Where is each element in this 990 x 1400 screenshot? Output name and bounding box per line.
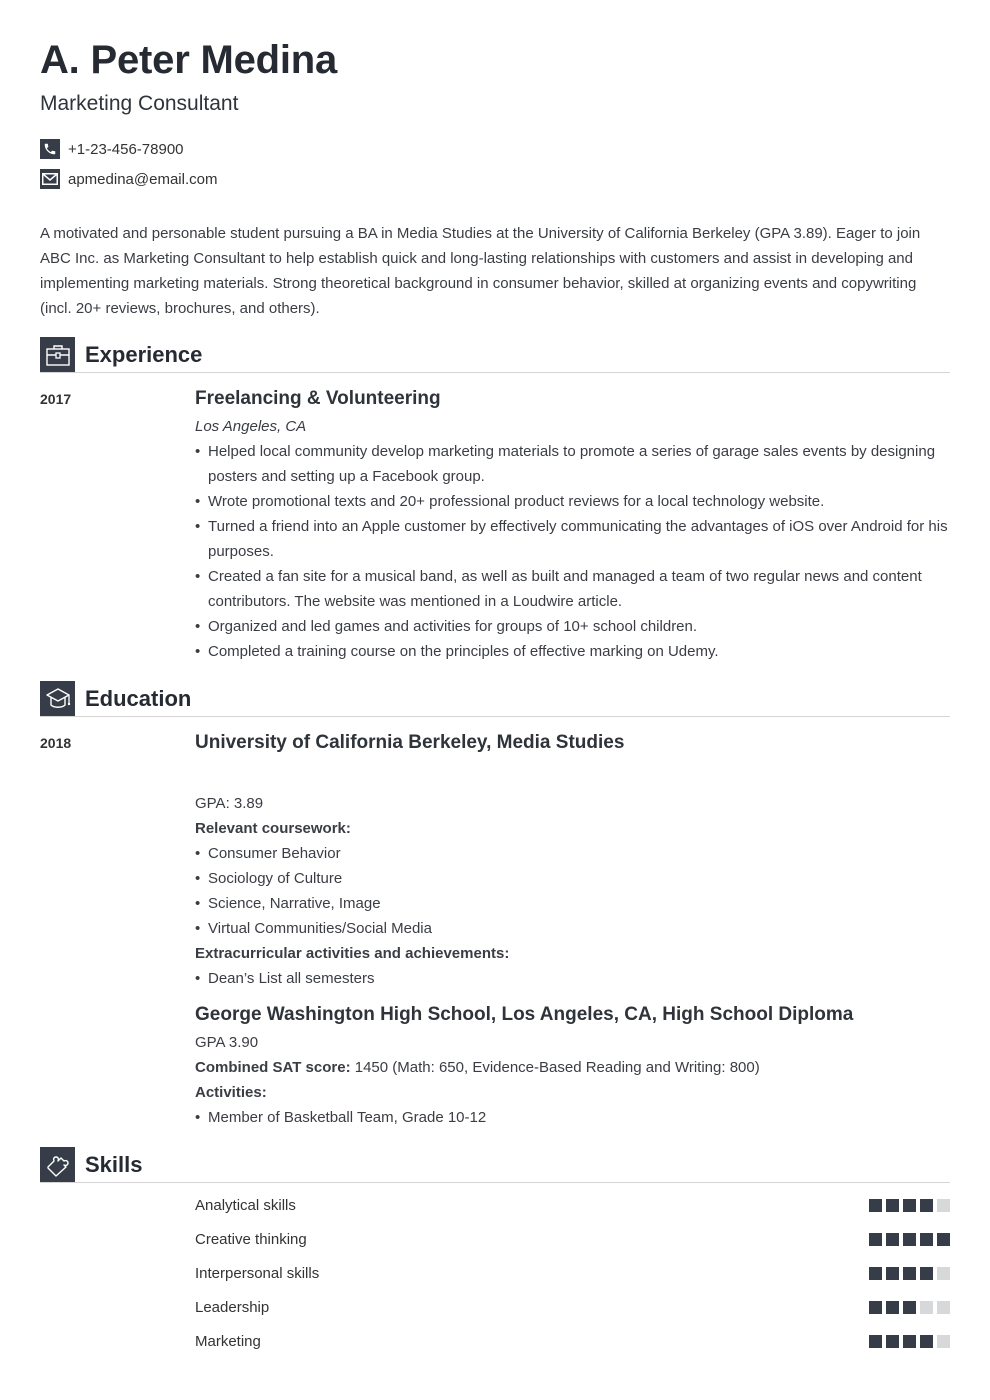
skill-rating (869, 1335, 950, 1348)
rating-square-filled (903, 1233, 916, 1246)
list-item: Sociology of Culture (195, 866, 950, 891)
skills-section-header: Skills (40, 1147, 950, 1183)
rating-square-filled (920, 1199, 933, 1212)
rating-square-filled (886, 1301, 899, 1314)
phone-icon (40, 139, 60, 159)
skill-row: Creative thinking (195, 1230, 950, 1250)
education-section-header: Education (40, 681, 950, 717)
coursework-list: Consumer Behavior Sociology of Culture S… (195, 841, 950, 941)
education-gpa: GPA: 3.89 (195, 795, 264, 812)
rating-square-filled (869, 1301, 882, 1314)
list-item: Science, Narrative, Image (195, 891, 950, 916)
skills-heading: Skills (85, 1152, 143, 1177)
list-item: Turned a friend into an Apple customer b… (195, 514, 950, 564)
graduation-cap-icon (40, 681, 75, 716)
skill-row: Analytical skills (195, 1196, 950, 1216)
skill-name: Creative thinking (195, 1231, 307, 1248)
skill-rating (869, 1199, 950, 1212)
rating-square-filled (869, 1335, 882, 1348)
education-entry-university: University of California Berkeley, Media… (195, 731, 950, 991)
experience-section-header: Experience (40, 337, 950, 373)
rating-square-empty (937, 1267, 950, 1280)
sat-value: 1450 (Math: 650, Evidence-Based Reading … (350, 1059, 760, 1076)
education-entry-high-school: George Washington High School, Los Angel… (195, 1003, 950, 1130)
list-item: Wrote promotional texts and 20+ professi… (195, 489, 950, 514)
contact-phone: +1-23-456-78900 (40, 139, 184, 159)
rating-square-filled (903, 1301, 916, 1314)
education-year: 2018 (40, 735, 72, 751)
skill-name: Analytical skills (195, 1197, 296, 1214)
rating-square-filled (903, 1199, 916, 1212)
puzzle-piece-icon (40, 1147, 75, 1182)
rating-square-empty (937, 1335, 950, 1348)
skill-rating (869, 1233, 950, 1246)
activities-list: Member of Basketball Team, Grade 10-12 (195, 1105, 950, 1130)
extracurricular-list: Dean’s List all semesters (195, 966, 950, 991)
rating-square-filled (886, 1199, 899, 1212)
email-address: apmedina@email.com (68, 170, 218, 188)
rating-square-filled (869, 1199, 882, 1212)
rating-square-filled (886, 1267, 899, 1280)
coursework-label: Relevant coursework: (195, 820, 351, 837)
profile-summary: A motivated and personable student pursu… (40, 225, 921, 317)
rating-square-filled (937, 1233, 950, 1246)
education-title: George Washington High School, Los Angel… (195, 1004, 854, 1025)
briefcase-icon (40, 337, 75, 372)
education-gpa: GPA 3.90 (195, 1034, 259, 1051)
list-item: Dean’s List all semesters (195, 966, 950, 991)
activities-label: Activities: (195, 1084, 267, 1101)
rating-square-filled (886, 1335, 899, 1348)
rating-square-empty (937, 1199, 950, 1212)
experience-location: Los Angeles, CA (195, 418, 307, 435)
candidate-name: A. Peter Medina (40, 38, 338, 82)
phone-number: +1-23-456-78900 (68, 140, 184, 158)
education-heading: Education (85, 686, 192, 711)
rating-square-filled (903, 1267, 916, 1280)
skill-rating (869, 1301, 950, 1314)
experience-bullets: Helped local community develop marketing… (195, 439, 950, 664)
sat-label: Combined SAT score: (195, 1059, 351, 1076)
rating-square-filled (869, 1267, 882, 1280)
experience-year: 2017 (40, 391, 72, 407)
list-item: Helped local community develop marketing… (195, 439, 950, 489)
skill-name: Marketing (195, 1333, 261, 1350)
job-title: Marketing Consultant (40, 92, 239, 115)
skill-row: Leadership (195, 1298, 950, 1318)
skill-rating (869, 1267, 950, 1280)
skill-row: Marketing (195, 1332, 950, 1352)
rating-square-empty (920, 1301, 933, 1314)
list-item: Member of Basketball Team, Grade 10-12 (195, 1105, 950, 1130)
education-title: University of California Berkeley, Media… (195, 732, 625, 753)
list-item: Organized and led games and activities f… (195, 614, 950, 639)
experience-entry: Freelancing & Volunteering Los Angeles, … (195, 387, 950, 664)
rating-square-empty (937, 1301, 950, 1314)
contact-email: apmedina@email.com (40, 169, 217, 189)
rating-square-filled (886, 1233, 899, 1246)
email-icon (40, 169, 60, 189)
experience-title: Freelancing & Volunteering (195, 388, 441, 409)
experience-heading: Experience (85, 342, 203, 367)
list-item: Completed a training course on the princ… (195, 639, 950, 664)
list-item: Created a fan site for a musical band, a… (195, 564, 950, 614)
rating-square-filled (920, 1335, 933, 1348)
list-item: Virtual Communities/Social Media (195, 916, 950, 941)
sat-score: Combined SAT score: 1450 (Math: 650, Evi… (195, 1055, 950, 1080)
skill-row: Interpersonal skills (195, 1264, 950, 1284)
list-item: Consumer Behavior (195, 841, 950, 866)
rating-square-filled (920, 1233, 933, 1246)
skill-name: Leadership (195, 1299, 270, 1316)
skill-name: Interpersonal skills (195, 1265, 320, 1282)
rating-square-filled (869, 1233, 882, 1246)
rating-square-filled (903, 1335, 916, 1348)
rating-square-filled (920, 1267, 933, 1280)
extracurricular-label: Extracurricular activities and achieveme… (195, 945, 510, 962)
